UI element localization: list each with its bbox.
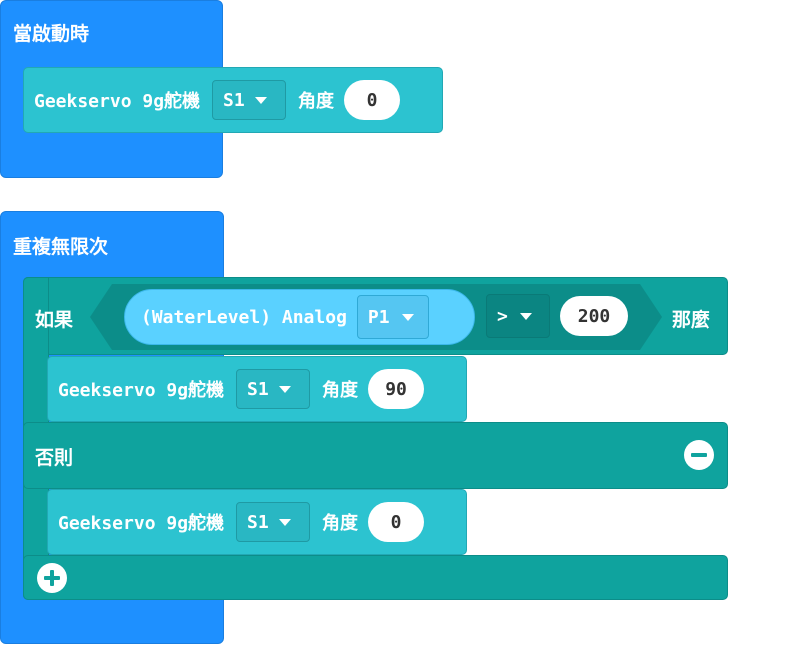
on-start-label: 當啟動時 xyxy=(13,23,90,45)
chevron-down-icon xyxy=(519,312,532,320)
else-block-header[interactable] xyxy=(23,422,728,489)
compare-value-input[interactable]: 200 xyxy=(560,296,628,336)
angle-input[interactable]: 0 xyxy=(344,80,401,120)
add-else-if-icon[interactable] xyxy=(37,563,67,593)
angle-label: 角度 xyxy=(322,513,359,534)
then-servo-block[interactable]: Geekservo 9g舵機 S1 角度 90 xyxy=(47,356,467,422)
on-start-servo-block[interactable]: Geekservo 9g舵機 S1 角度 0 xyxy=(23,67,443,133)
servo-port-value: S1 xyxy=(247,511,269,533)
chevron-down-icon xyxy=(278,518,291,526)
operator-value: > xyxy=(497,305,508,327)
servo-label: Geekservo 9g舵機 xyxy=(58,513,225,534)
if-label: 如果 xyxy=(35,309,74,331)
operator-dropdown[interactable]: > xyxy=(486,294,550,338)
angle-label: 角度 xyxy=(298,91,335,112)
chevron-down-icon xyxy=(278,385,291,393)
servo-port-dropdown[interactable]: S1 xyxy=(212,80,287,120)
water-level-sensor-block[interactable]: (WaterLevel) Analog P1 xyxy=(124,289,475,345)
sensor-label: (WaterLevel) Analog xyxy=(141,306,347,328)
angle-input[interactable]: 90 xyxy=(368,369,425,409)
servo-port-dropdown[interactable]: S1 xyxy=(236,369,311,409)
forever-label: 重複無限次 xyxy=(13,236,109,258)
chevron-down-icon xyxy=(401,313,414,321)
servo-port-value: S1 xyxy=(223,89,245,111)
else-servo-block[interactable]: Geekservo 9g舵機 S1 角度 0 xyxy=(47,489,467,555)
remove-else-icon[interactable] xyxy=(684,440,714,470)
plus-bar-v xyxy=(50,570,54,586)
sensor-pin-dropdown[interactable]: P1 xyxy=(356,295,429,339)
chevron-down-icon xyxy=(254,96,267,104)
servo-port-dropdown[interactable]: S1 xyxy=(236,502,311,542)
if-block-footer[interactable] xyxy=(23,555,728,600)
else-label: 否則 xyxy=(35,447,74,469)
angle-input[interactable]: 0 xyxy=(368,502,425,542)
servo-port-value: S1 xyxy=(247,378,269,400)
sensor-pin-value: P1 xyxy=(367,306,390,328)
servo-label: Geekservo 9g舵機 xyxy=(34,91,201,112)
workspace: 當啟動時 Geekservo 9g舵機 S1 角度 0 重複無限次 如果 (Wa… xyxy=(0,0,800,645)
then-label: 那麼 xyxy=(672,309,711,331)
minus-bar xyxy=(691,453,707,457)
angle-label: 角度 xyxy=(322,380,359,401)
servo-label: Geekservo 9g舵機 xyxy=(58,380,225,401)
